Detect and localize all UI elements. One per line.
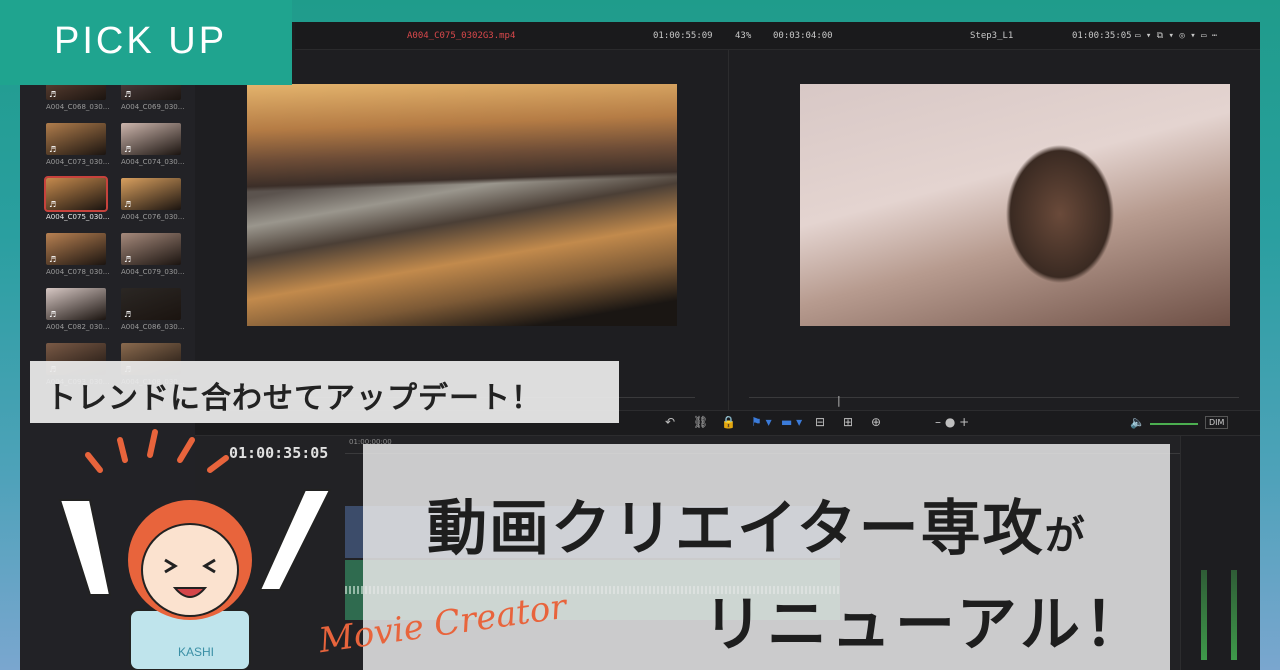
clip-thumbnail-image [46,123,106,155]
display-options-icon[interactable]: ▭ ▾ ⧉ ▾ ◎ ▾ ▭ ⋯ [1135,31,1217,41]
marker-icon[interactable]: ▬ ▾ [781,415,802,429]
speaker-icon[interactable]: 🔈 [1130,415,1145,429]
headline-line-1: 動画クリエイター専攻が [427,480,1087,567]
timeline-name[interactable]: Step3_L1 [970,31,1013,41]
link-icon[interactable]: ⛓ [693,415,708,429]
headline-line-2: リニューアル！ [703,590,1148,660]
lock-icon[interactable]: 🔒 [721,415,736,429]
source-timecode: 01:00:55:09 [653,31,713,41]
clip-name-label: A004_C075_030... [46,213,110,221]
clip-thumbnail-image [44,176,108,212]
media-clip-thumbnail[interactable]: A004_C082_030... [46,288,110,331]
audio-mixer [1180,436,1260,670]
timeline-scrubber[interactable] [749,397,1239,398]
zoom-in-icon[interactable]: ⊕ [871,415,881,429]
playhead-marker-icon[interactable]: | [837,394,841,407]
media-clip-thumbnail[interactable]: A004_C076_030... [121,178,185,221]
clip-name-label: A004_C078_030... [46,268,110,276]
timeline-duration: 00:03:04:00 [773,31,833,41]
trend-text: トレンドに合わせてアップデート！ [46,381,542,416]
clip-thumbnail-image [121,233,181,265]
clip-thumbnail-image [46,288,106,320]
clip-name-label: A004_C079_030... [121,268,185,276]
timeline-preview-woman [800,84,1230,326]
volume-slider[interactable] [1150,423,1198,425]
media-clip-thumbnail[interactable]: A004_C075_030... [44,176,110,221]
media-clip-thumbnail[interactable]: A004_C074_030... [121,123,185,166]
pick-up-label: PICK UP [54,20,228,62]
clip-name-label: A004_C074_030... [121,158,185,166]
source-viewer: ⊏⊐ ▶| |◀ [195,50,728,423]
flag-icon[interactable]: ⚑ ▾ [751,415,772,429]
clip-thumbnail-image [121,288,181,320]
clip-thumbnail-image [121,178,181,210]
media-clip-thumbnail[interactable]: A004_C073_030... [46,123,110,166]
trend-banner: トレンドに合わせてアップデート！ [30,361,619,423]
clip-name-label: A004_C076_030... [121,213,185,221]
media-clip-thumbnail[interactable]: A004_C079_030... [121,233,185,276]
headline-main: 動画クリエイター専攻 [427,494,1045,564]
zoom-level[interactable]: 43% [735,31,751,41]
zoom-slider[interactable]: – ● + [935,415,969,429]
timeline-timecode: 01:00:35:05 [1072,31,1132,41]
clip-thumbnail-image [46,233,106,265]
zoom-fit-icon[interactable]: ⊞ [843,415,853,429]
timeline-viewer: | ⌗ ▾ ‹ • › ⏮ ◀ ■ ▶ ⏭ ⟲ ⊏⊐ ▶| |◀ [728,50,1260,423]
clip-name-label: A004_C069_030... [121,103,185,111]
mixer-meter-right [1231,570,1237,660]
source-clip-name[interactable]: A004_C075_0302G3.mp4 [407,31,515,41]
clip-name-label: A004_C082_030... [46,323,110,331]
clip-thumbnail-image [121,123,181,155]
pick-up-badge: PICK UP [0,0,292,85]
mascot-illustration: KASHI [58,429,332,670]
media-clip-thumbnail[interactable]: A004_C078_030... [46,233,110,276]
viewer-header-bar: A004_C075_0302G3.mp4 01:00:55:09 43% 00:… [295,22,1260,50]
clip-name-label: A004_C073_030... [46,158,110,166]
clip-name-label: A004_C068_030... [46,103,110,111]
snap-icon[interactable]: ↶ [665,415,675,429]
media-clip-thumbnail[interactable]: A004_C086_030... [121,288,185,331]
dim-button[interactable]: DIM [1205,416,1229,429]
source-preview-beach-sunset [247,84,677,326]
headline-particle: が [1044,513,1087,559]
mixer-meter-left [1201,570,1207,660]
zoom-out-icon[interactable]: ⊟ [815,415,825,429]
mascot-shirt-text: KASHI [178,645,214,659]
clip-name-label: A004_C086_030... [121,323,185,331]
